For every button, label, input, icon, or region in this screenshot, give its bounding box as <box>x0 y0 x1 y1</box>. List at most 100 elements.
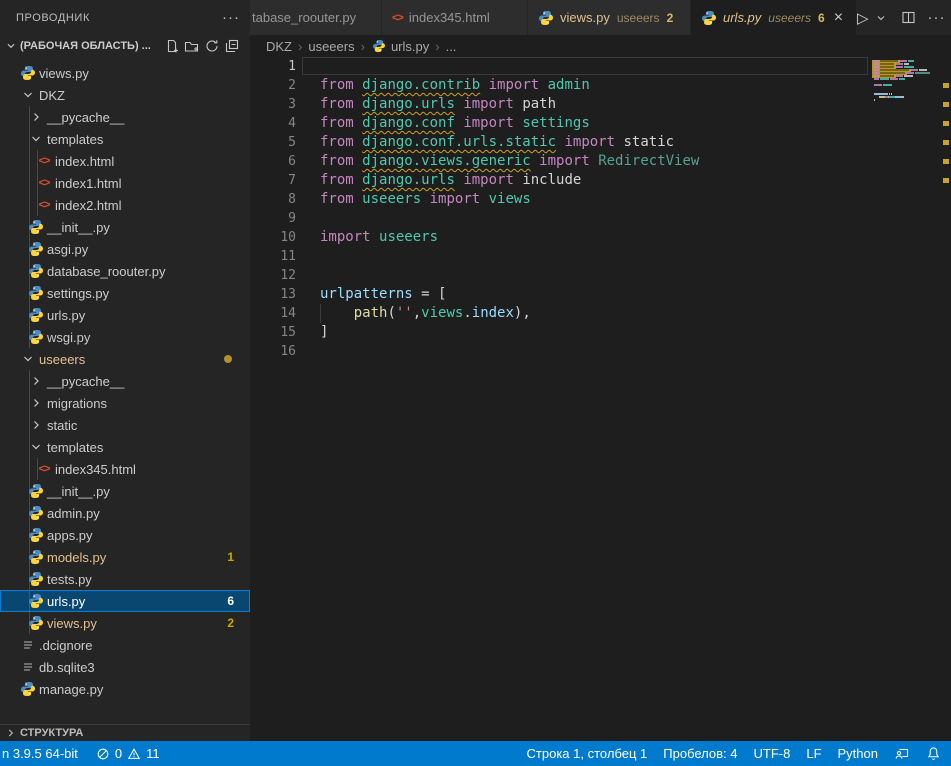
workspace-section-header[interactable]: (РАБОЧАЯ ОБЛАСТЬ) ... <box>0 35 250 57</box>
code-line-10[interactable]: 10import useeers <box>250 228 872 247</box>
tree-item-migrations[interactable]: migrations <box>0 392 250 414</box>
tree-item-templates[interactable]: templates <box>0 128 250 150</box>
overview-ruler[interactable] <box>941 35 951 741</box>
code-line-9[interactable]: 9 <box>250 209 872 228</box>
breadcrumb-item-DKZ[interactable]: DKZ <box>266 39 292 54</box>
file-tree: views.pyDKZ__pycache__templates<>index.h… <box>0 62 250 700</box>
line-number[interactable]: 3 <box>250 95 296 114</box>
tree-item-urls.py[interactable]: urls.py <box>0 304 250 326</box>
tree-item-urls.py[interactable]: urls.py6 <box>0 590 250 612</box>
line-number[interactable]: 16 <box>250 342 296 361</box>
refresh-icon[interactable] <box>204 38 220 54</box>
python-interpreter-status[interactable]: n 3.9.5 64-bit <box>2 746 78 761</box>
tree-item-models.py[interactable]: models.py1 <box>0 546 250 568</box>
code-line-1[interactable]: 1 <box>250 57 872 76</box>
tree-item-apps.py[interactable]: apps.py <box>0 524 250 546</box>
line-number[interactable]: 8 <box>250 190 296 209</box>
language-mode-status[interactable]: Python <box>838 746 878 761</box>
eol-status[interactable]: LF <box>806 746 821 761</box>
code-line-5[interactable]: 5from django.conf.urls.static import sta… <box>250 133 872 152</box>
code-line-14[interactable]: 14 path('',views.index), <box>250 304 872 323</box>
ruler-warning-mark <box>943 178 949 183</box>
code-line-2[interactable]: 2from django.contrib import admin <box>250 76 872 95</box>
code-line-6[interactable]: 6from django.views.generic import Redire… <box>250 152 872 171</box>
tab-tabase_roouter.py[interactable]: tabase_roouter.py <box>250 0 382 35</box>
tree-item-__pycache__[interactable]: __pycache__ <box>0 106 250 128</box>
line-number[interactable]: 2 <box>250 76 296 95</box>
python-icon <box>28 571 44 587</box>
tree-item-settings.py[interactable]: settings.py <box>0 282 250 304</box>
minimap-line <box>874 93 888 95</box>
problems-status[interactable]: 0 11 <box>96 746 160 761</box>
run-dropdown-icon[interactable] <box>875 12 887 24</box>
tree-item-tests.py[interactable]: tests.py <box>0 568 250 590</box>
notifications-bell-icon[interactable] <box>926 746 941 761</box>
line-number[interactable]: 9 <box>250 209 296 228</box>
close-tab-icon[interactable]: × <box>834 10 843 26</box>
indentation-status[interactable]: Пробелов: 4 <box>663 746 737 761</box>
tree-item-db.sqlite3[interactable]: db.sqlite3 <box>0 656 250 678</box>
new-folder-icon[interactable] <box>184 38 200 54</box>
line-number[interactable]: 4 <box>250 114 296 133</box>
split-editor-icon[interactable] <box>901 10 916 25</box>
tree-item-views.py[interactable]: views.py <box>0 62 250 84</box>
tree-item-DKZ[interactable]: DKZ <box>0 84 250 106</box>
line-number[interactable]: 6 <box>250 152 296 171</box>
code-line-16[interactable]: 16 <box>250 342 872 361</box>
tree-item-views.py[interactable]: views.py2 <box>0 612 250 634</box>
tab-urls.py[interactable]: urls.pyuseeers6× <box>691 0 857 35</box>
code-line-4[interactable]: 4from django.conf import settings <box>250 114 872 133</box>
line-number[interactable]: 13 <box>250 285 296 304</box>
tree-item-static[interactable]: static <box>0 414 250 436</box>
line-number[interactable]: 10 <box>250 228 296 247</box>
line-number[interactable]: 14 <box>250 304 296 323</box>
minimap-line <box>889 93 890 95</box>
feedback-icon[interactable] <box>894 746 910 761</box>
tab-index345.html[interactable]: <>index345.html <box>382 0 528 35</box>
breadcrumb-item-...[interactable]: ... <box>446 39 457 54</box>
outline-section-header[interactable]: СТРУКТУРА <box>0 724 250 741</box>
tree-item-__init__.py[interactable]: __init__.py <box>0 216 250 238</box>
tree-item-asgi.py[interactable]: asgi.py <box>0 238 250 260</box>
minimap-line <box>903 96 904 98</box>
code-line-3[interactable]: 3from django.urls import path <box>250 95 872 114</box>
cursor-position-status[interactable]: Строка 1, столбец 1 <box>527 746 648 761</box>
code-line-13[interactable]: 13urlpatterns = [ <box>250 285 872 304</box>
python-icon <box>28 219 44 235</box>
line-number[interactable]: 7 <box>250 171 296 190</box>
tree-item-__init__.py[interactable]: __init__.py <box>0 480 250 502</box>
breadcrumb-item-useeers[interactable]: useeers <box>308 39 354 54</box>
tree-indent-guide <box>37 458 38 480</box>
minimap-line <box>899 78 905 80</box>
tree-item-admin.py[interactable]: admin.py <box>0 502 250 524</box>
code-line-11[interactable]: 11 <box>250 247 872 266</box>
tree-item-manage.py[interactable]: manage.py <box>0 678 250 700</box>
minimap[interactable] <box>872 57 941 257</box>
line-number[interactable]: 1 <box>250 57 296 76</box>
encoding-status[interactable]: UTF-8 <box>754 746 791 761</box>
more-actions-icon[interactable]: ··· <box>222 9 240 26</box>
editor-more-actions-icon[interactable]: ··· <box>928 9 946 26</box>
tree-item-database_roouter.py[interactable]: database_roouter.py <box>0 260 250 282</box>
collapse-folders-icon[interactable] <box>224 38 240 54</box>
tree-item-wsgi.py[interactable]: wsgi.py <box>0 326 250 348</box>
code-line-8[interactable]: 8from useeers import views <box>250 190 872 209</box>
tree-item-.dcignore[interactable]: .dcignore <box>0 634 250 656</box>
minimap-line <box>906 72 914 74</box>
code-line-7[interactable]: 7from django.urls import include <box>250 171 872 190</box>
code-line-15[interactable]: 15] <box>250 323 872 342</box>
line-number[interactable]: 5 <box>250 133 296 152</box>
tree-item-templates[interactable]: templates <box>0 436 250 458</box>
tab-views.py[interactable]: views.pyuseeers2 <box>528 0 691 35</box>
code-editor[interactable]: 12from django.contrib import admin3from … <box>250 57 872 361</box>
line-number[interactable]: 11 <box>250 247 296 266</box>
run-python-file-button[interactable]: ▷ <box>857 9 869 27</box>
code-line-12[interactable]: 12 <box>250 266 872 285</box>
tree-item-useeers[interactable]: useeers <box>0 348 250 370</box>
minimap-line <box>880 63 894 65</box>
tree-item-__pycache__[interactable]: __pycache__ <box>0 370 250 392</box>
breadcrumb-item-urls.py[interactable]: urls.py <box>371 38 429 54</box>
line-number[interactable]: 12 <box>250 266 296 285</box>
line-number[interactable]: 15 <box>250 323 296 342</box>
new-file-icon[interactable] <box>164 38 180 54</box>
